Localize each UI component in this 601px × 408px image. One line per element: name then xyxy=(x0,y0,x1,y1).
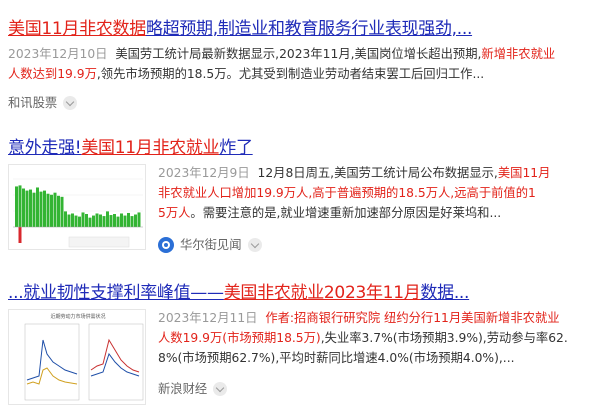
result-date: 2023年12月11日 xyxy=(158,311,258,325)
chart-bar xyxy=(74,215,78,227)
chart-bar xyxy=(134,214,137,227)
chart-bar xyxy=(60,196,64,227)
chart-bar xyxy=(64,211,67,227)
source-name[interactable]: 华尔街见闻 xyxy=(180,236,242,254)
snippet-highlight: 美国11月 xyxy=(497,166,551,180)
chart-bar xyxy=(116,216,120,227)
title-highlight[interactable]: 美国11月非农就业 xyxy=(81,138,219,158)
chart-bar xyxy=(67,214,71,227)
title-rest[interactable]: 略超预期,制造业和教育服务行业表现强劲,... xyxy=(146,19,472,39)
thumbnail-chart-svg xyxy=(13,178,143,248)
chart-bar xyxy=(102,216,106,227)
chart-bar xyxy=(22,188,25,227)
chart-bar xyxy=(127,212,130,227)
result-snippet: 2023年12月10日 美国劳工统计局最新数据显示,2023年11月,美国岗位增… xyxy=(8,44,593,84)
chart-bar xyxy=(15,186,18,227)
title-plain[interactable]: ...就业韧性支撑利率峰值—— xyxy=(8,283,224,303)
snippet-text: ,领先市场预期的18.5万。尤其受到制造业劳动者结束罢工后回归工作... xyxy=(96,67,485,81)
result-title-link[interactable]: 意外走强!美国11月非农就业炸了 xyxy=(8,137,253,159)
chart-bar xyxy=(109,215,113,227)
chart-bar xyxy=(29,189,32,227)
chevron-down-icon[interactable] xyxy=(247,238,262,252)
chart-bar xyxy=(130,216,134,227)
chart-bar xyxy=(106,211,109,227)
chart-bar xyxy=(57,195,60,227)
snippet-highlight: 非农就业人口增加19.9万人,高于普遍预期的18.5万人,远高于前值的1 xyxy=(158,186,536,200)
snippet-highlight: 人数19.9万(市场预期18.5万) xyxy=(158,331,321,345)
chevron-down-icon[interactable] xyxy=(213,382,228,396)
chart-bar xyxy=(137,212,141,227)
title-highlight[interactable]: 美国11月非农数据 xyxy=(8,19,146,39)
snippet-text: ,失业率3.7%(市场预期3.9%),劳动参与率62. xyxy=(320,331,568,345)
result-source[interactable]: 华尔街见闻 xyxy=(158,236,262,254)
chart-bar xyxy=(81,212,85,227)
chart-bar xyxy=(113,214,116,227)
snippet-highlight: 新增非农就业 xyxy=(481,47,556,61)
chart-bar xyxy=(50,194,53,227)
chart-bar xyxy=(43,190,46,227)
chart-bar xyxy=(120,213,123,227)
chart-line-series xyxy=(26,367,78,385)
chart-bar xyxy=(25,190,29,227)
result-title-link[interactable]: ...就业韧性支撑利率峰值——美国非农就业2023年11月数据... xyxy=(8,282,469,304)
chart-bar xyxy=(32,192,36,227)
chart-bar xyxy=(85,214,88,227)
chart-bar xyxy=(39,191,43,227)
title-plain[interactable]: 意外走强! xyxy=(8,138,82,158)
result-snippet: 2023年12月9日 12月8日周五,美国劳工统计局公布数据显示,美国11月 非… xyxy=(158,163,594,223)
chart-bar xyxy=(123,215,127,227)
snippet-highlight: 作者:招商银行研究院 纽约分行11月美国新增非农就业 xyxy=(265,311,560,325)
chart-bar xyxy=(18,185,22,227)
snippet-highlight: 5万人 xyxy=(158,206,191,220)
result-source[interactable]: 和讯股票 xyxy=(8,94,78,112)
snippet-text: 12月8日周五,美国劳工统计局公布数据显示, xyxy=(257,166,498,180)
chart-panel-right xyxy=(88,323,144,401)
source-name[interactable]: 新浪财经 xyxy=(158,380,207,398)
wallstreetcn-logo-icon xyxy=(158,237,174,253)
chart-bar xyxy=(36,187,39,227)
snippet-highlight: 人数达到19.9万 xyxy=(8,67,97,81)
chart-bar xyxy=(99,214,102,227)
title-rest[interactable]: 炸了 xyxy=(219,138,253,158)
title-rest[interactable]: 数据... xyxy=(420,283,469,303)
result-title-link[interactable]: 美国11月非农数据略超预期,制造业和教育服务行业表现强劲,... xyxy=(8,18,472,40)
thumbnail-chart-svg: 近期劳动力市场供需状况 xyxy=(24,313,144,401)
chevron-down-icon[interactable] xyxy=(63,96,78,110)
chart-legend xyxy=(68,236,130,248)
result-source[interactable]: 新浪财经 xyxy=(158,380,228,398)
chart-bar xyxy=(78,216,81,227)
chart-bar xyxy=(46,193,50,227)
chart-bar xyxy=(88,217,92,227)
chart-line-series xyxy=(90,352,140,377)
result-date: 2023年12月10日 xyxy=(8,47,108,61)
result-date: 2023年12月9日 xyxy=(158,166,250,180)
chart-line-series xyxy=(90,338,140,373)
result-snippet: 2023年12月11日 作者:招商银行研究院 纽约分行11月美国新增非农就业 人… xyxy=(158,308,594,368)
chart-bar xyxy=(95,213,99,227)
snippet-text: 美国劳工统计局最新数据显示,2023年11月,美国岗位增长超出预期, xyxy=(115,47,482,61)
snippet-text: 。需要注意的是,就业增速重新加速部分原因是好莱坞和... xyxy=(190,206,502,220)
result-thumbnail-chart[interactable]: 近期劳动力市场供需状况 xyxy=(8,309,146,405)
chart-bar xyxy=(71,213,74,227)
thumbnail-chart-title: 近期劳动力市场供需状况 xyxy=(50,313,105,320)
chart-bar-negative xyxy=(18,227,22,243)
chart-panel-left xyxy=(24,323,80,401)
snippet-text: 8%(市场预期62.7%),平均时薪同比增速4.0%(市场预期4.0%),... xyxy=(158,351,515,365)
title-highlight[interactable]: 美国非农就业2023年11月 xyxy=(224,283,421,303)
result-thumbnail-chart[interactable] xyxy=(8,164,146,250)
chart-bar xyxy=(92,215,95,227)
source-name[interactable]: 和讯股票 xyxy=(8,94,57,112)
chart-bar xyxy=(53,192,57,227)
